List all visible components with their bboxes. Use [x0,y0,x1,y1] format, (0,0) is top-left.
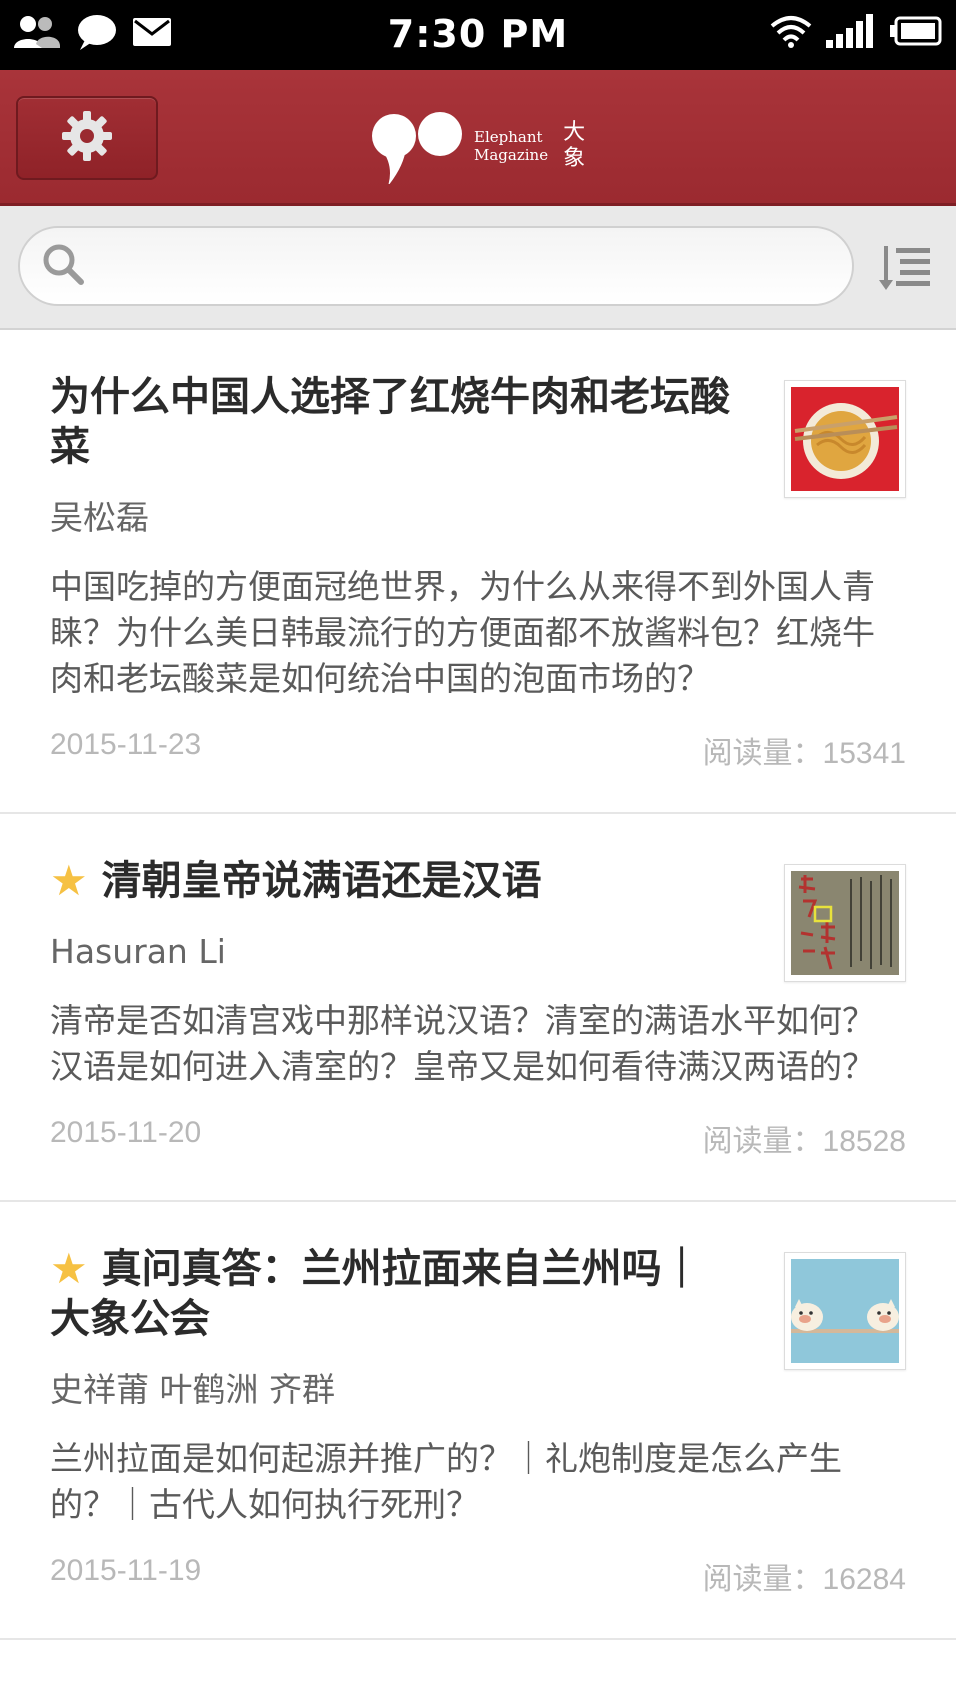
article-thumbnail[interactable] [784,1252,906,1370]
star-icon: ★ [50,1244,88,1293]
logo-cn-text: 大 象 [562,120,586,172]
status-right-icons [770,14,942,52]
status-bar: 7:30 PM [0,0,956,70]
article-list: 为什么中国人选择了红烧牛肉和老坛酸菜 吴松磊 中国吃掉的方便面冠绝世界，为什么从… [0,330,956,1640]
article-title: ★ 清朝皇帝说满语还是汉语 [50,856,740,906]
logo-en-line1: Elephant [474,128,543,146]
article-meta: 2015-11-20 阅读量：18528 [50,1090,906,1200]
article-views: 阅读量：18528 [702,1125,906,1158]
article-author: Hasuran Li [50,932,226,971]
logo-cn-line2: 象 [563,146,586,171]
search-icon [42,243,84,289]
manuscript-image [791,871,899,975]
article-date: 2015-11-20 [50,1116,202,1149]
article-summary: 兰州拉面是如何起源并推广的？｜礼炮制度是怎么产生的？｜古代人如何执行死刑？ [50,1439,842,1524]
search-bar-area [0,206,956,330]
article-item[interactable]: ★ 清朝皇帝说满语还是汉语 Hasuran Li 清帝是否如清宫戏中那样说汉语？… [0,814,956,1202]
article-item[interactable]: 为什么中国人选择了红烧牛肉和老坛酸菜 吴松磊 中国吃掉的方便面冠绝世界，为什么从… [0,330,956,814]
article-title: 为什么中国人选择了红烧牛肉和老坛酸菜 [50,372,740,472]
article-summary: 清帝是否如清宫戏中那样说汉语？清室的满语水平如何？汉语是如何进入清室的？皇帝又是… [50,1001,875,1086]
article-thumbnail[interactable] [784,864,906,982]
article-title-text: 为什么中国人选择了红烧牛肉和老坛酸菜 [50,374,730,470]
signal-icon [826,14,876,52]
article-author: 吴松磊 [50,498,149,537]
quote-mark-icon [368,104,464,188]
article-date: 2015-11-23 [50,728,202,761]
article-meta: 2015-11-23 阅读量：15341 [50,702,906,812]
article-thumbnail[interactable] [784,380,906,498]
article-date: 2015-11-19 [50,1554,202,1587]
article-title-text: 真问真答：兰州拉面来自兰州吗｜大象公会 [50,1246,702,1342]
article-views: 阅读量：15341 [702,737,906,770]
article-meta: 2015-11-19 阅读量：16284 [50,1528,906,1638]
article-author: 史祥莆 叶鹤洲 齐群 [50,1370,335,1409]
cartoon-cats-image [791,1259,899,1363]
battery-icon [890,16,942,50]
article-views: 阅读量：16284 [702,1563,906,1596]
settings-button[interactable] [16,96,158,180]
logo-en-text: Elephant Magazine [474,128,548,164]
logo-en-line2: Magazine [474,146,549,164]
logo-cn-line1: 大 [563,120,586,145]
article-title-text: 清朝皇帝说满语还是汉语 [101,858,542,904]
app-header: Elephant Magazine 大 象 [0,70,956,206]
search-box[interactable] [18,226,854,306]
article-item[interactable]: ★ 真问真答：兰州拉面来自兰州吗｜大象公会 史祥莆 叶鹤洲 齐群 兰州拉面是如何… [0,1202,956,1640]
sort-button[interactable] [878,242,934,294]
sort-list-icon [878,246,934,298]
article-title: ★ 真问真答：兰州拉面来自兰州吗｜大象公会 [50,1244,740,1344]
wifi-icon [770,14,812,52]
gear-icon [60,109,114,167]
search-input[interactable] [100,236,852,296]
elephant-magazine-logo: Elephant Magazine 大 象 [368,106,586,186]
star-icon: ★ [50,856,88,905]
noodle-bowl-image [791,387,899,491]
article-summary: 中国吃掉的方便面冠绝世界，为什么从来得不到外国人青睐？为什么美日韩最流行的方便面… [50,567,875,698]
